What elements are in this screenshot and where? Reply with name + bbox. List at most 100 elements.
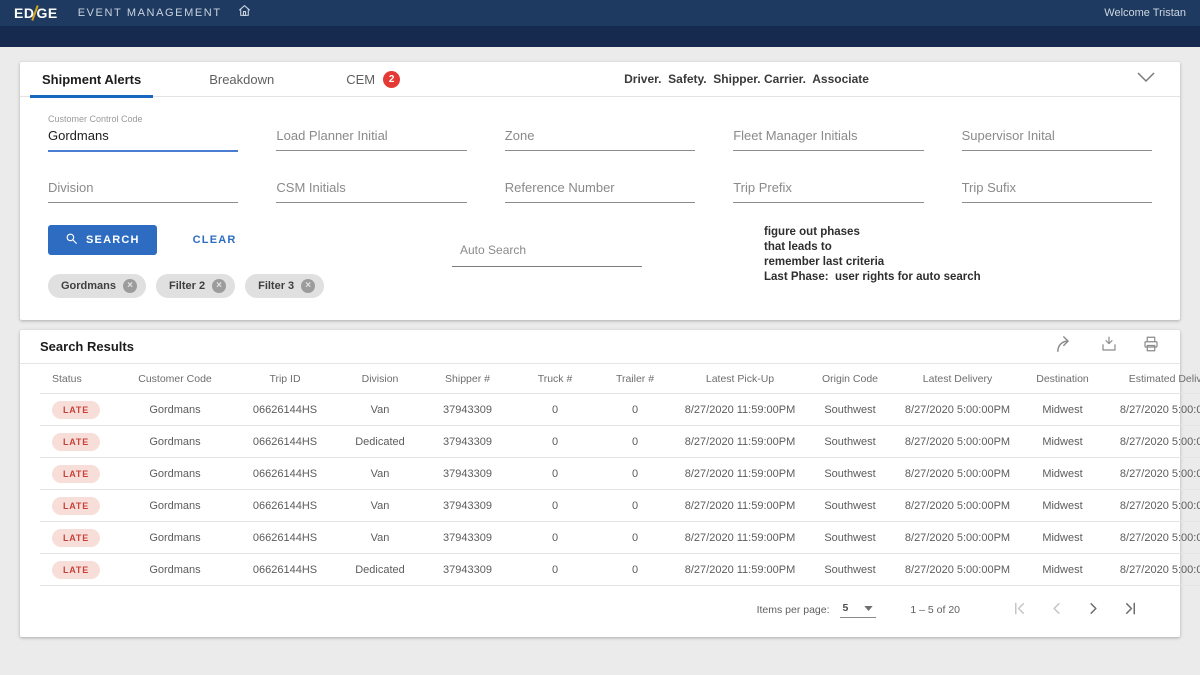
column-header-origin-code: Origin Code bbox=[805, 364, 895, 394]
cell-status: LATE bbox=[40, 554, 120, 586]
download-icon bbox=[1100, 335, 1118, 358]
chip-remove-icon[interactable]: × bbox=[301, 279, 315, 293]
cell-customer-code: Gordmans bbox=[120, 458, 230, 490]
cell-truck: 0 bbox=[515, 426, 595, 458]
home-button[interactable] bbox=[238, 4, 251, 22]
table-header-row: StatusCustomer CodeTrip IDDivisionShippe… bbox=[40, 364, 1200, 394]
cem-badge: 2 bbox=[383, 71, 400, 88]
app-title: EVENT MANAGEMENT bbox=[78, 7, 222, 19]
chip-remove-icon[interactable]: × bbox=[123, 279, 137, 293]
csm-initials-input[interactable] bbox=[276, 178, 466, 203]
notes-text: figure out phasesthat leads toremember l… bbox=[764, 225, 981, 298]
clear-button[interactable]: CLEAR bbox=[187, 233, 243, 247]
cell-destination: Midwest bbox=[1020, 522, 1105, 554]
table-row[interactable]: LATEGordmans06626144HSVan37943309008/27/… bbox=[40, 394, 1200, 426]
cell-trip-id: 06626144HS bbox=[230, 394, 340, 426]
last-page-button[interactable] bbox=[1123, 601, 1138, 619]
cell-truck: 0 bbox=[515, 394, 595, 426]
cell-customer-code: Gordmans bbox=[120, 554, 230, 586]
cell-origin-code: Southwest bbox=[805, 394, 895, 426]
cell-latest-pick-up: 8/27/2020 11:59:00PM bbox=[675, 554, 805, 586]
cell-customer-code: Gordmans bbox=[120, 490, 230, 522]
trip-prefix-input[interactable] bbox=[733, 178, 923, 203]
load-planner-initial-input[interactable] bbox=[276, 126, 466, 151]
share-button[interactable] bbox=[1055, 336, 1076, 358]
column-header-estimated-delivery: Estimated Delivery bbox=[1105, 364, 1200, 394]
previous-page-button[interactable] bbox=[1049, 601, 1064, 619]
reference-number-input[interactable] bbox=[505, 178, 695, 203]
field-customer-control-code: Customer Control Code bbox=[48, 113, 238, 161]
auto-search-input[interactable] bbox=[452, 237, 642, 267]
column-header-shipper: Shipper # bbox=[420, 364, 515, 394]
table-row[interactable]: LATEGordmans06626144HSVan37943309008/27/… bbox=[40, 458, 1200, 490]
auto-search-field bbox=[452, 237, 642, 298]
collapse-panel-button[interactable] bbox=[1136, 70, 1156, 88]
chevron-right-icon bbox=[1086, 601, 1101, 619]
note-line: remember last criteria bbox=[764, 255, 981, 270]
column-header-division: Division bbox=[340, 364, 420, 394]
search-button[interactable]: SEARCH bbox=[48, 225, 157, 255]
trip-sufix-input[interactable] bbox=[962, 178, 1152, 203]
field-fleet-manager-initials bbox=[733, 113, 923, 161]
tabs-row: Shipment Alerts Breakdown CEM2 Driver. S… bbox=[20, 62, 1180, 97]
cell-estimated-delivery: 8/27/2020 5:00:00PM bbox=[1105, 426, 1200, 458]
download-button[interactable] bbox=[1100, 335, 1118, 358]
filter-chip-filter-3[interactable]: Filter 3× bbox=[245, 274, 324, 298]
page-size-select[interactable]: 5 bbox=[840, 602, 877, 618]
field-floating-label: Customer Control Code bbox=[48, 113, 238, 126]
cell-trip-id: 06626144HS bbox=[230, 490, 340, 522]
tab-breakdown[interactable]: Breakdown bbox=[197, 62, 286, 97]
cell-latest-delivery: 8/27/2020 5:00:00PM bbox=[895, 394, 1020, 426]
pagination-range-label: 1 – 5 of 20 bbox=[910, 604, 960, 616]
fleet-manager-initials-input[interactable] bbox=[733, 126, 923, 151]
column-header-trip-id: Trip ID bbox=[230, 364, 340, 394]
column-header-trailer: Trailer # bbox=[595, 364, 675, 394]
cell-trip-id: 06626144HS bbox=[230, 458, 340, 490]
cell-division: Van bbox=[340, 394, 420, 426]
status-badge: LATE bbox=[52, 465, 100, 483]
cell-latest-pick-up: 8/27/2020 11:59:00PM bbox=[675, 458, 805, 490]
field-csm-initials bbox=[276, 165, 466, 213]
column-header-status: Status bbox=[40, 364, 120, 394]
table-row[interactable]: LATEGordmans06626144HSVan37943309008/27/… bbox=[40, 490, 1200, 522]
column-header-latest-delivery: Latest Delivery bbox=[895, 364, 1020, 394]
cell-estimated-delivery: 8/27/2020 5:00:00PM bbox=[1105, 394, 1200, 426]
table-row[interactable]: LATEGordmans06626144HSDedicated379433090… bbox=[40, 554, 1200, 586]
cell-origin-code: Southwest bbox=[805, 426, 895, 458]
top-navbar: EDGE EVENT MANAGEMENT Welcome Tristan bbox=[0, 0, 1200, 26]
cell-trailer: 0 bbox=[595, 426, 675, 458]
division-input[interactable] bbox=[48, 178, 238, 203]
column-header-latest-pick-up: Latest Pick-Up bbox=[675, 364, 805, 394]
chip-remove-icon[interactable]: × bbox=[212, 279, 226, 293]
print-button[interactable] bbox=[1142, 335, 1160, 358]
first-page-button[interactable] bbox=[1012, 601, 1027, 619]
filter-chip-gordmans[interactable]: Gordmans× bbox=[48, 274, 146, 298]
status-badge: LATE bbox=[52, 529, 100, 547]
zone-input[interactable] bbox=[505, 126, 695, 151]
next-page-button[interactable] bbox=[1086, 601, 1101, 619]
column-header-truck: Truck # bbox=[515, 364, 595, 394]
results-header: Search Results bbox=[20, 330, 1180, 364]
cell-status: LATE bbox=[40, 426, 120, 458]
tab-cem[interactable]: CEM2 bbox=[334, 62, 412, 97]
filter-chip-filter-2[interactable]: Filter 2 × bbox=[156, 274, 235, 298]
table-row[interactable]: LATEGordmans06626144HSDedicated379433090… bbox=[40, 426, 1200, 458]
cell-trailer: 0 bbox=[595, 394, 675, 426]
column-header-destination: Destination bbox=[1020, 364, 1105, 394]
cell-trip-id: 06626144HS bbox=[230, 522, 340, 554]
dropdown-caret-icon bbox=[864, 602, 873, 614]
cell-estimated-delivery: 8/27/2020 5:00:00PM bbox=[1105, 554, 1200, 586]
cell-division: Van bbox=[340, 458, 420, 490]
supervisor-inital-input[interactable] bbox=[962, 126, 1152, 151]
field-floating-label bbox=[733, 165, 923, 178]
tab-shipment-alerts[interactable]: Shipment Alerts bbox=[30, 62, 153, 97]
cell-status: LATE bbox=[40, 458, 120, 490]
note-line: figure out phases bbox=[764, 225, 981, 240]
chip-label: Filter 2 bbox=[169, 280, 205, 292]
customer-control-code-input[interactable] bbox=[48, 126, 238, 152]
items-per-page-label: Items per page: bbox=[757, 604, 830, 616]
last-page-icon bbox=[1123, 601, 1138, 619]
note-line: that leads to bbox=[764, 240, 981, 255]
cell-shipper: 37943309 bbox=[420, 522, 515, 554]
table-row[interactable]: LATEGordmans06626144HSVan37943309008/27/… bbox=[40, 522, 1200, 554]
